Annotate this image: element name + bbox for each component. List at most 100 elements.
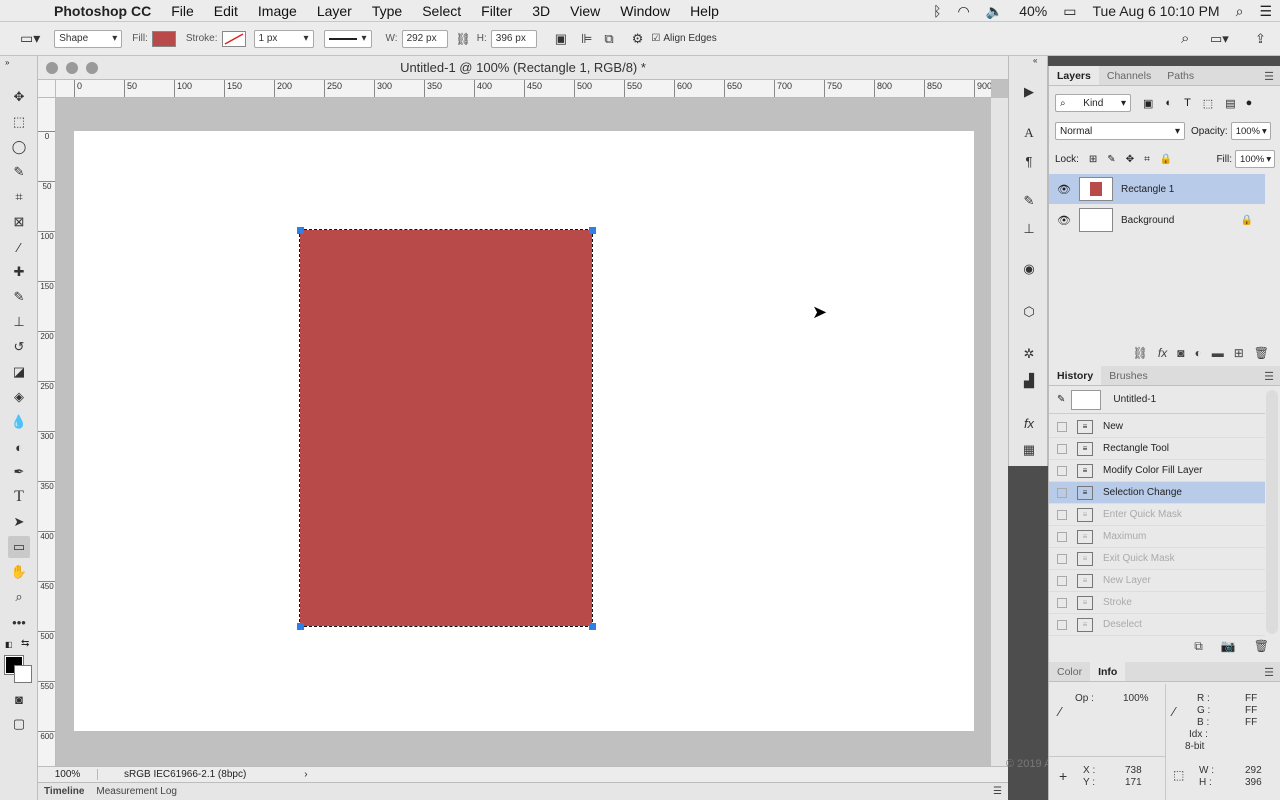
clock[interactable]: Tue Aug 6 10:10 PM bbox=[1092, 3, 1219, 19]
zoom-level-field[interactable]: 100% bbox=[38, 769, 98, 780]
history-state-row[interactable]: ≡ Exit Quick Mask bbox=[1049, 548, 1265, 570]
swap-colors-icon[interactable]: ⇆ bbox=[21, 638, 29, 649]
trash-icon[interactable]: 🗑 bbox=[1254, 639, 1269, 654]
add-mask-icon[interactable]: ◙ bbox=[1177, 346, 1184, 360]
tab-layers[interactable]: Layers bbox=[1049, 66, 1099, 85]
mode-select[interactable]: Shape ▾ bbox=[54, 29, 123, 48]
battery-icon[interactable]: ▭ bbox=[1063, 3, 1076, 20]
history-state-row[interactable]: ≡ Deselect bbox=[1049, 614, 1265, 636]
menu-image[interactable]: Image bbox=[248, 3, 307, 19]
history-brush-source-checkbox[interactable] bbox=[1057, 487, 1067, 498]
height-field[interactable]: 396 px bbox=[490, 29, 537, 48]
menu-window[interactable]: Window bbox=[610, 3, 680, 19]
default-colors-icon[interactable]: ◧ bbox=[5, 640, 13, 649]
history-brush-source-checkbox[interactable] bbox=[1057, 443, 1067, 454]
history-state-row[interactable]: ≡ Maximum bbox=[1049, 526, 1265, 548]
frame-tool-icon[interactable]: ⊠ bbox=[8, 211, 30, 233]
visibility-eye-icon[interactable]: 👁 bbox=[1049, 214, 1079, 227]
filter-pixel-icon[interactable]: ▣ bbox=[1143, 97, 1153, 110]
clone-stamp-tool-icon[interactable]: ⊥ bbox=[8, 311, 30, 333]
bluetooth-icon[interactable]: ᛒ bbox=[933, 3, 941, 19]
path-arrangement-icon[interactable]: ⧉ bbox=[604, 31, 613, 47]
transform-handle[interactable] bbox=[589, 623, 596, 630]
path-selection-tool-icon[interactable]: ➤ bbox=[8, 511, 30, 533]
fx-icon[interactable]: fx bbox=[1018, 412, 1040, 434]
lasso-tool-icon[interactable]: ◯ bbox=[8, 136, 30, 158]
type-tool-icon[interactable]: T bbox=[8, 486, 30, 508]
menu-select[interactable]: Select bbox=[412, 3, 471, 19]
character-panel-icon[interactable]: A bbox=[1018, 122, 1040, 144]
quick-mask-icon[interactable]: ◙ bbox=[8, 688, 30, 710]
more-tools-icon[interactable]: ••• bbox=[8, 611, 30, 633]
screen-mode-icon[interactable]: ▢ bbox=[8, 713, 30, 735]
panel-menu-icon[interactable]: ☰ bbox=[1264, 666, 1274, 679]
lock-artboard-icon[interactable]: ⌗ bbox=[1144, 154, 1150, 165]
gear-icon[interactable]: ⚙ bbox=[632, 31, 644, 47]
canvas-area[interactable]: ➤ bbox=[56, 98, 991, 766]
history-state-row[interactable]: ≡ Rectangle Tool bbox=[1049, 438, 1265, 460]
tab-measurement-log[interactable]: Measurement Log bbox=[90, 786, 183, 797]
pen-tool-icon[interactable]: ✒ bbox=[8, 461, 30, 483]
history-brush-source-checkbox[interactable] bbox=[1057, 553, 1067, 564]
rectangle-shape-layer[interactable] bbox=[299, 229, 593, 627]
share-icon[interactable]: ⇪ bbox=[1255, 31, 1266, 47]
notification-center-icon[interactable]: ☰ bbox=[1259, 3, 1272, 20]
histogram-icon[interactable]: ▟ bbox=[1018, 370, 1040, 392]
paint-bucket-tool-icon[interactable]: ◈ bbox=[8, 386, 30, 408]
filter-smart-object-icon[interactable]: ▤ bbox=[1225, 97, 1235, 110]
blend-mode-select[interactable]: Normal ▾ bbox=[1055, 122, 1185, 140]
layer-name[interactable]: Background bbox=[1121, 215, 1241, 226]
search-icon[interactable]: ⌕ bbox=[1181, 30, 1189, 47]
new-group-icon[interactable]: ▬ bbox=[1212, 346, 1224, 360]
layer-thumbnail[interactable] bbox=[1079, 177, 1113, 201]
paragraph-panel-icon[interactable]: ¶ bbox=[1018, 150, 1040, 172]
trash-icon[interactable]: 🗑 bbox=[1254, 346, 1269, 360]
opacity-field[interactable]: 100% ▾ bbox=[1230, 122, 1271, 140]
crop-tool-icon[interactable]: ⌗ bbox=[8, 186, 30, 208]
path-operations-icon[interactable]: ▣ bbox=[555, 31, 567, 47]
history-brush-source-icon[interactable]: ✎ bbox=[1057, 394, 1065, 405]
filter-toggle-icon[interactable]: ● bbox=[1246, 97, 1253, 109]
menu-edit[interactable]: Edit bbox=[204, 3, 248, 19]
fx-icon[interactable]: fx bbox=[1158, 346, 1167, 360]
menu-filter[interactable]: Filter bbox=[471, 3, 522, 19]
eraser-tool-icon[interactable]: ◪ bbox=[8, 361, 30, 383]
link-layers-icon[interactable]: ⛓ bbox=[1133, 346, 1148, 360]
zoom-tool-icon[interactable]: ⌕ bbox=[8, 586, 30, 608]
stroke-swatch[interactable] bbox=[221, 30, 246, 47]
spotlight-search-icon[interactable]: ⌕ bbox=[1236, 3, 1244, 20]
link-icon[interactable]: ⛓ bbox=[456, 32, 471, 46]
fill-swatch[interactable] bbox=[151, 30, 176, 47]
new-document-from-state-icon[interactable]: ⧉ bbox=[1194, 639, 1203, 654]
workspace-icon[interactable]: ▭▾ bbox=[1210, 31, 1229, 47]
status-menu-arrow-icon[interactable]: › bbox=[304, 769, 307, 780]
history-state-row[interactable]: ≡ Selection Change bbox=[1049, 482, 1265, 504]
history-state-row[interactable]: ≡ Enter Quick Mask bbox=[1049, 504, 1265, 526]
move-tool-icon[interactable]: ✥ bbox=[8, 86, 30, 108]
layer-name[interactable]: Rectangle 1 bbox=[1121, 184, 1265, 195]
panel-menu-icon[interactable]: ☰ bbox=[1264, 370, 1274, 383]
tab-channels[interactable]: Channels bbox=[1099, 66, 1159, 85]
history-state-row[interactable]: ≡ Stroke bbox=[1049, 592, 1265, 614]
history-scrollbar[interactable] bbox=[1266, 390, 1278, 634]
tab-info[interactable]: Info bbox=[1090, 662, 1126, 681]
stroke-width-field[interactable]: 1 px ▾ bbox=[253, 29, 314, 48]
play-actions-icon[interactable]: ▶ bbox=[1018, 81, 1040, 103]
eyedropper-tool-icon[interactable]: ⁄ bbox=[8, 236, 30, 258]
dodge-tool-icon[interactable]: ◐ bbox=[8, 436, 30, 458]
zoom-window-button[interactable] bbox=[86, 62, 98, 74]
collapse-arrows-icon[interactable]: » bbox=[5, 58, 9, 67]
filter-shape-icon[interactable]: ⬚ bbox=[1203, 97, 1213, 110]
vertical-scrollbar[interactable] bbox=[991, 98, 1008, 766]
history-brush-source-checkbox[interactable] bbox=[1057, 575, 1067, 586]
panel-menu-icon[interactable]: ☰ bbox=[1264, 70, 1274, 83]
layer-row-background[interactable]: 👁 Background 🔒 bbox=[1049, 205, 1265, 235]
tab-brushes[interactable]: Brushes bbox=[1101, 366, 1156, 385]
stroke-type-select[interactable]: ▾ bbox=[323, 29, 372, 48]
menu-type[interactable]: Type bbox=[362, 3, 412, 19]
transform-handle[interactable] bbox=[297, 623, 304, 630]
history-state-row[interactable]: ≡ Modify Color Fill Layer bbox=[1049, 460, 1265, 482]
new-layer-icon[interactable]: ⊞ bbox=[1234, 346, 1244, 360]
camera-icon[interactable]: 📷 bbox=[1221, 639, 1236, 654]
brush-settings-icon[interactable]: ✎ bbox=[1018, 190, 1040, 212]
